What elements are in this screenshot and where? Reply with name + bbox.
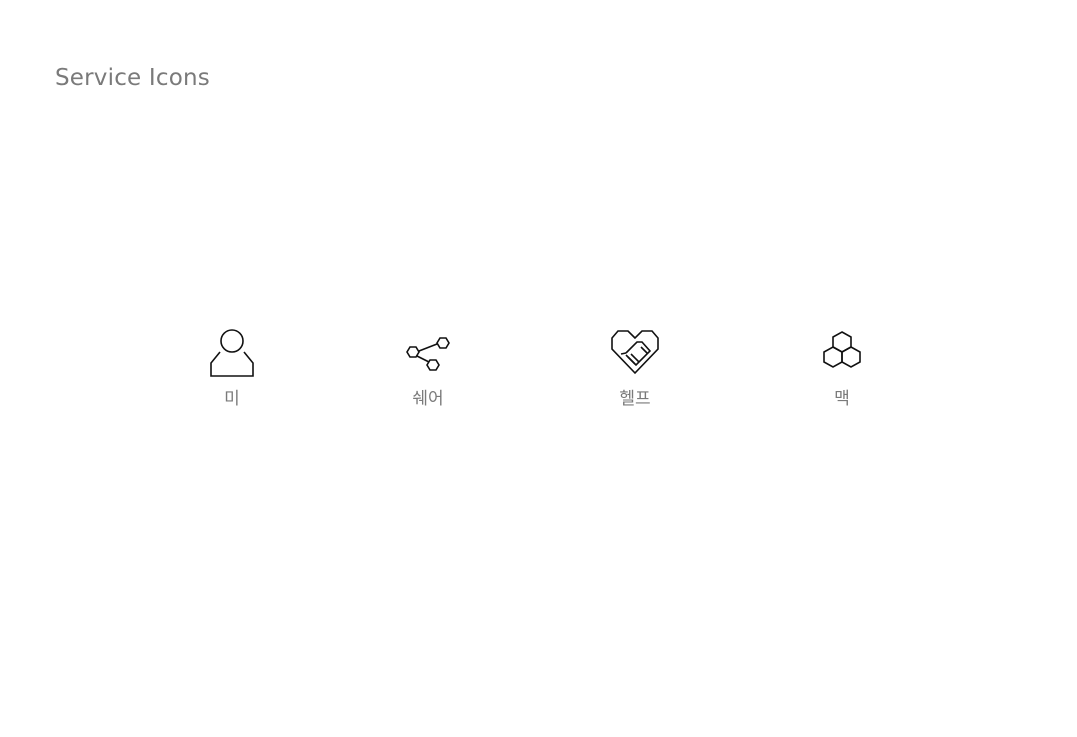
person-icon bbox=[206, 326, 258, 378]
service-label-me: 미 bbox=[224, 389, 240, 409]
share-icon bbox=[402, 326, 454, 378]
service-label-help: 헬프 bbox=[619, 389, 651, 409]
service-item-me[interactable]: 미 bbox=[187, 326, 277, 409]
service-label-mac: 맥 bbox=[834, 389, 850, 409]
service-item-share[interactable]: 쉐어 bbox=[383, 326, 473, 409]
hexagon-cluster-icon bbox=[816, 326, 868, 378]
service-item-help[interactable]: 헬프 bbox=[590, 326, 680, 409]
page-title: Service Icons bbox=[55, 65, 210, 91]
service-item-mac[interactable]: 맥 bbox=[797, 326, 887, 409]
heart-handshake-icon bbox=[609, 326, 661, 378]
service-label-share: 쉐어 bbox=[412, 389, 444, 409]
